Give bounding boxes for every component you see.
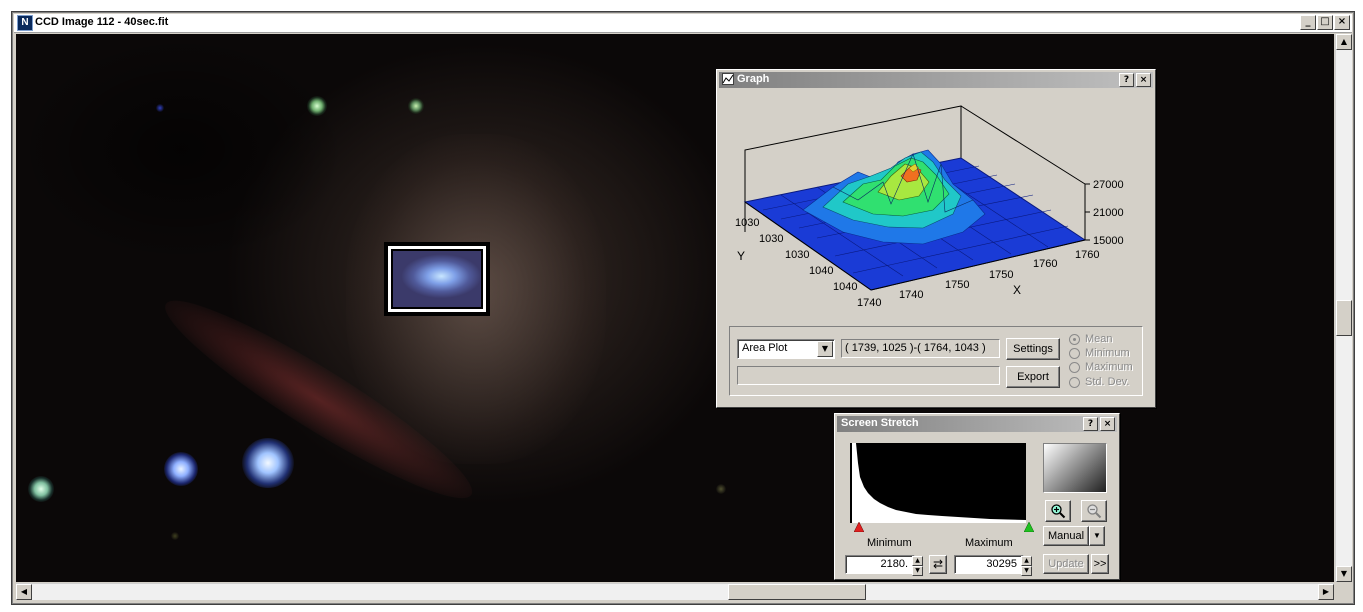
star: [716, 484, 726, 494]
plot-type-select[interactable]: Area Plot ▼: [737, 339, 835, 359]
vertical-scroll-thumb[interactable]: [1336, 300, 1352, 336]
window-title: CCD Image 112 - 40sec.fit: [35, 16, 169, 28]
stretch-preview: [1043, 443, 1107, 493]
stretch-help-button[interactable]: ?: [1083, 417, 1098, 431]
stretch-close-button[interactable]: ×: [1100, 417, 1115, 431]
star: [164, 452, 198, 486]
star: [156, 104, 164, 112]
surface-plot: 27000 21000 15000 1030 1030 1030 1040 10…: [723, 92, 1147, 312]
y-tick: 1030: [785, 249, 809, 261]
maximum-slider-marker[interactable]: [1024, 522, 1034, 532]
maximize-button[interactable]: □: [1317, 15, 1333, 30]
z-tick: 21000: [1093, 207, 1124, 219]
star: [307, 96, 327, 116]
stretch-dialog-title: Screen Stretch: [841, 417, 919, 429]
app-logo-icon: N: [17, 15, 33, 31]
star: [28, 476, 54, 502]
minimum-slider-marker[interactable]: [854, 522, 864, 532]
screen-stretch-dialog: Screen Stretch ? × Minimum Maximum 2180.…: [834, 413, 1120, 580]
stretch-mode-value[interactable]: Manual: [1043, 526, 1089, 546]
horizontal-scrollbar[interactable]: ◀ ▶: [16, 583, 1334, 600]
x-tick: 1760: [1033, 258, 1057, 270]
graph-close-button[interactable]: ×: [1136, 73, 1151, 87]
chevron-down-icon[interactable]: ▼: [1089, 526, 1105, 546]
x-axis-label: X: [1013, 283, 1021, 297]
update-button[interactable]: Update: [1043, 554, 1089, 574]
radio-maximum-dot: [1069, 361, 1080, 373]
stretch-dialog-titlebar[interactable]: Screen Stretch ? ×: [837, 416, 1117, 432]
export-button[interactable]: Export: [1006, 366, 1060, 388]
radio-minimum[interactable]: Minimum: [1069, 346, 1130, 360]
radio-minimum-dot: [1069, 347, 1080, 359]
histogram[interactable]: [850, 443, 1026, 523]
scroll-up-arrow-icon[interactable]: ▲: [1336, 34, 1352, 50]
scroll-right-arrow-icon[interactable]: ▶: [1318, 584, 1334, 600]
y-axis-label: Y: [737, 249, 745, 263]
scroll-down-arrow-icon[interactable]: ▼: [1336, 566, 1352, 582]
graph-help-button[interactable]: ?: [1119, 73, 1134, 87]
y-tick: 1030: [735, 217, 759, 229]
maximum-label: Maximum: [965, 537, 1013, 549]
radio-mean[interactable]: Mean: [1069, 332, 1113, 346]
histogram-curve: [852, 443, 1026, 523]
selected-star-region: [393, 251, 481, 307]
x-tick: 1760: [1075, 249, 1099, 261]
graph-dialog-title: Graph: [737, 73, 770, 85]
region-readout: ( 1739, 1025 )-( 1764, 1043 ): [841, 339, 1000, 358]
swap-values-button[interactable]: ⇄: [929, 555, 947, 574]
horizontal-scroll-thumb[interactable]: [728, 584, 866, 600]
x-tick: 1740: [857, 297, 881, 309]
maximum-input[interactable]: 30295: [954, 555, 1024, 574]
radio-maximum[interactable]: Maximum: [1069, 360, 1133, 374]
vertical-scrollbar[interactable]: ▲ ▼: [1335, 34, 1352, 582]
zoom-in-icon: [1051, 504, 1066, 519]
minimum-spinner[interactable]: ▲ ▼: [912, 556, 923, 576]
x-tick: 1740: [899, 289, 923, 301]
radio-std-dev-dot: [1069, 376, 1080, 388]
star: [408, 98, 424, 114]
graph-dialog-titlebar[interactable]: Graph ? ×: [719, 72, 1153, 88]
chevron-down-icon[interactable]: ▼: [817, 341, 833, 357]
graph-icon: [722, 73, 734, 85]
stretch-mode-select[interactable]: Manual ▼: [1043, 526, 1105, 546]
minimize-button[interactable]: _: [1300, 15, 1316, 30]
y-tick: 1040: [833, 281, 857, 293]
x-tick: 1750: [989, 269, 1013, 281]
status-field: [737, 366, 1000, 385]
window-titlebar[interactable]: N CCD Image 112 - 40sec.fit _ □ ×: [14, 14, 1352, 33]
star: [242, 438, 294, 488]
radio-std-dev[interactable]: Std. Dev.: [1069, 375, 1129, 389]
zoom-out-icon: [1087, 504, 1102, 519]
y-tick: 1030: [759, 233, 783, 245]
close-button[interactable]: ×: [1334, 15, 1350, 30]
minimum-label: Minimum: [867, 537, 912, 549]
graph-dialog: Graph ? × 27000 21000 15000 1030 1030 10…: [716, 69, 1156, 408]
dark-region: [16, 34, 346, 264]
zoom-out-button[interactable]: [1081, 500, 1107, 522]
star: [171, 532, 179, 540]
z-tick: 15000: [1093, 235, 1124, 247]
region-text: ( 1739, 1025 )-( 1764, 1043 ): [845, 342, 986, 354]
x-tick: 1750: [945, 279, 969, 291]
y-tick: 1040: [809, 265, 833, 277]
plot-type-value: Area Plot: [742, 342, 788, 354]
selection-rectangle[interactable]: [384, 242, 490, 316]
zoom-in-button[interactable]: [1045, 500, 1071, 522]
radio-mean-dot: [1069, 333, 1080, 345]
z-tick: 27000: [1093, 179, 1124, 191]
maximum-spinner[interactable]: ▲ ▼: [1021, 556, 1032, 576]
scroll-left-arrow-icon[interactable]: ◀: [16, 584, 32, 600]
expand-button[interactable]: >>: [1091, 554, 1109, 574]
minimum-input[interactable]: 2180.: [845, 555, 915, 574]
settings-button[interactable]: Settings: [1006, 338, 1060, 360]
